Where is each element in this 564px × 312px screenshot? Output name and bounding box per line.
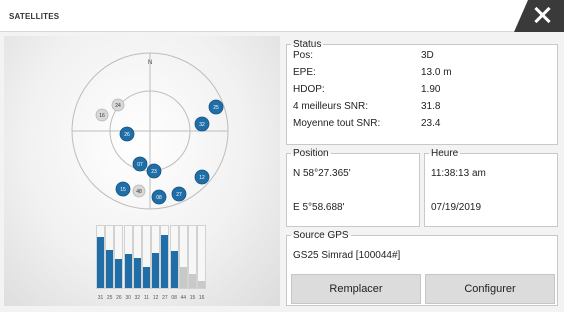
- satellite-id-label: 08: [156, 195, 162, 201]
- snr-bar-label: 26: [116, 295, 122, 301]
- satellite-id-label: 27: [176, 192, 182, 198]
- north-label: N: [148, 60, 152, 66]
- snr-bar: [133, 258, 141, 288]
- satellite-id-label: 48: [136, 189, 142, 195]
- status-key-hdop: HDOP:: [293, 84, 325, 95]
- satellite-view: N 16 24 26 25 32 07 23 12 27 15 48 08 31 25 26 30 32 11 1…: [4, 36, 280, 306]
- info-pane: Status Pos: 3D EPE: 13.0 m HDOP: 1.90 4 …: [286, 36, 560, 308]
- satellite-id-label: 23: [151, 169, 157, 175]
- snr-bar-slot: [114, 225, 124, 289]
- gps-source-value: GS25 Simrad [100044#]: [293, 250, 401, 261]
- snr-bar-label: 11: [143, 295, 150, 301]
- snr-bar-slot: [151, 225, 161, 289]
- snr-bar-label: 31: [97, 295, 104, 301]
- satellite-marker: 24: [111, 98, 125, 112]
- snr-bar-slot: [142, 225, 151, 289]
- snr-bar-label: 27: [162, 295, 168, 301]
- snr-bar: [124, 253, 132, 288]
- satellite-markers: 16 24 26 25 32 07 23 12 27 15 48 08: [95, 98, 224, 205]
- status-value-hdop: 1.90: [421, 84, 441, 95]
- snr-bar-slot: [105, 225, 115, 289]
- status-value-epe: 13.0 m: [421, 67, 452, 78]
- status-value-pos: 3D: [421, 50, 434, 61]
- configure-button[interactable]: Configurer: [425, 274, 555, 304]
- snr-bar: [179, 266, 187, 288]
- satellite-marker: 26: [119, 126, 135, 142]
- time-label: Heure: [429, 148, 461, 159]
- satellite-marker: 08: [151, 189, 167, 205]
- snr-bar-label: 08: [171, 295, 177, 301]
- status-value-avg-snr: 23.4: [421, 118, 441, 129]
- snr-bar-slot: [160, 225, 170, 289]
- date-value: 07/19/2019: [431, 202, 482, 213]
- latitude-value: N 58°27.365': [293, 168, 351, 179]
- dialog-title: SATELLITES: [9, 12, 60, 21]
- satellite-id-label: 26: [124, 132, 130, 138]
- snr-bar: [143, 266, 150, 288]
- status-section: Status Pos: 3D EPE: 13.0 m HDOP: 1.90 4 …: [286, 39, 558, 145]
- snr-bar-label: 30: [125, 295, 131, 301]
- sky-plot: N 16 24 26 25 32 07 23 12 27 15 48 08: [71, 52, 229, 210]
- snr-bar: [152, 253, 160, 288]
- title-bar: SATELLITES: [0, 0, 564, 32]
- snr-bar-label: 12: [152, 295, 159, 301]
- satellite-id-label: 32: [199, 122, 205, 128]
- status-value-best-snr: 31.8: [421, 101, 441, 112]
- satellite-marker: 23: [146, 163, 162, 179]
- position-label: Position: [291, 148, 331, 159]
- snr-bar-slot: [169, 225, 179, 289]
- satellite-marker: 27: [171, 186, 187, 202]
- satellite-id-label: 25: [213, 105, 219, 111]
- gps-source-section: Source GPS GS25 Simrad [100044#] Remplac…: [286, 230, 558, 306]
- status-key-epe: EPE:: [293, 67, 316, 78]
- replace-button[interactable]: Remplacer: [291, 274, 421, 304]
- longitude-value: E 5°58.688': [293, 202, 345, 213]
- time-section: Heure 11:38:13 am 07/19/2019: [424, 148, 558, 227]
- satellite-id-label: 15: [120, 187, 126, 193]
- snr-bar: [161, 234, 169, 288]
- snr-bar: [115, 259, 123, 288]
- gps-source-label: Source GPS: [291, 230, 351, 241]
- position-section: Position N 58°27.365' E 5°58.688': [286, 148, 420, 227]
- snr-bar-label: 15: [189, 295, 196, 301]
- snr-bar: [106, 249, 114, 288]
- snr-bar-label: 32: [134, 295, 141, 301]
- status-key-best-snr: 4 meilleurs SNR:: [293, 101, 369, 112]
- snr-bar-slot: [178, 225, 188, 289]
- satellite-id-label: 07: [137, 162, 143, 168]
- snr-bar-slot: [197, 225, 207, 289]
- satellite-marker: 32: [194, 116, 210, 132]
- status-key-avg-snr: Moyenne tout SNR:: [293, 118, 381, 129]
- snr-bar-slot: [132, 225, 142, 289]
- satellite-id-label: 16: [99, 113, 105, 119]
- satellite-marker: 12: [194, 169, 210, 185]
- satellites-dialog: SATELLITES N 16 24 26 25 32 07 23 12 27 15 48 08 31…: [0, 0, 564, 312]
- satellite-id-label: 24: [115, 103, 121, 109]
- satellite-marker: 07: [132, 156, 148, 172]
- clock-value: 11:38:13 am: [431, 168, 486, 179]
- snr-bar-slot: [188, 225, 197, 289]
- satellite-marker: 16: [95, 108, 109, 122]
- close-icon: [533, 6, 551, 24]
- snr-bar-chart: 31 25 26 30 32 11 12 27 08 44 15 16: [96, 223, 208, 303]
- satellite-marker: 15: [115, 181, 131, 197]
- snr-bar-slot: [96, 225, 105, 289]
- snr-bar-slot: [123, 225, 133, 289]
- snr-bar: [170, 250, 178, 288]
- snr-bar-label: 25: [106, 295, 113, 301]
- status-label: Status: [291, 39, 324, 50]
- snr-bar-label: 16: [198, 295, 205, 301]
- satellite-id-label: 12: [199, 175, 205, 181]
- satellite-marker: 25: [208, 99, 224, 115]
- close-button[interactable]: [514, 0, 564, 32]
- snr-bar: [198, 280, 206, 288]
- snr-bar-label: 44: [180, 295, 187, 301]
- snr-bar: [97, 237, 104, 288]
- satellite-marker: 48: [132, 184, 146, 198]
- status-key-pos: Pos:: [293, 50, 314, 61]
- snr-bar: [189, 274, 196, 288]
